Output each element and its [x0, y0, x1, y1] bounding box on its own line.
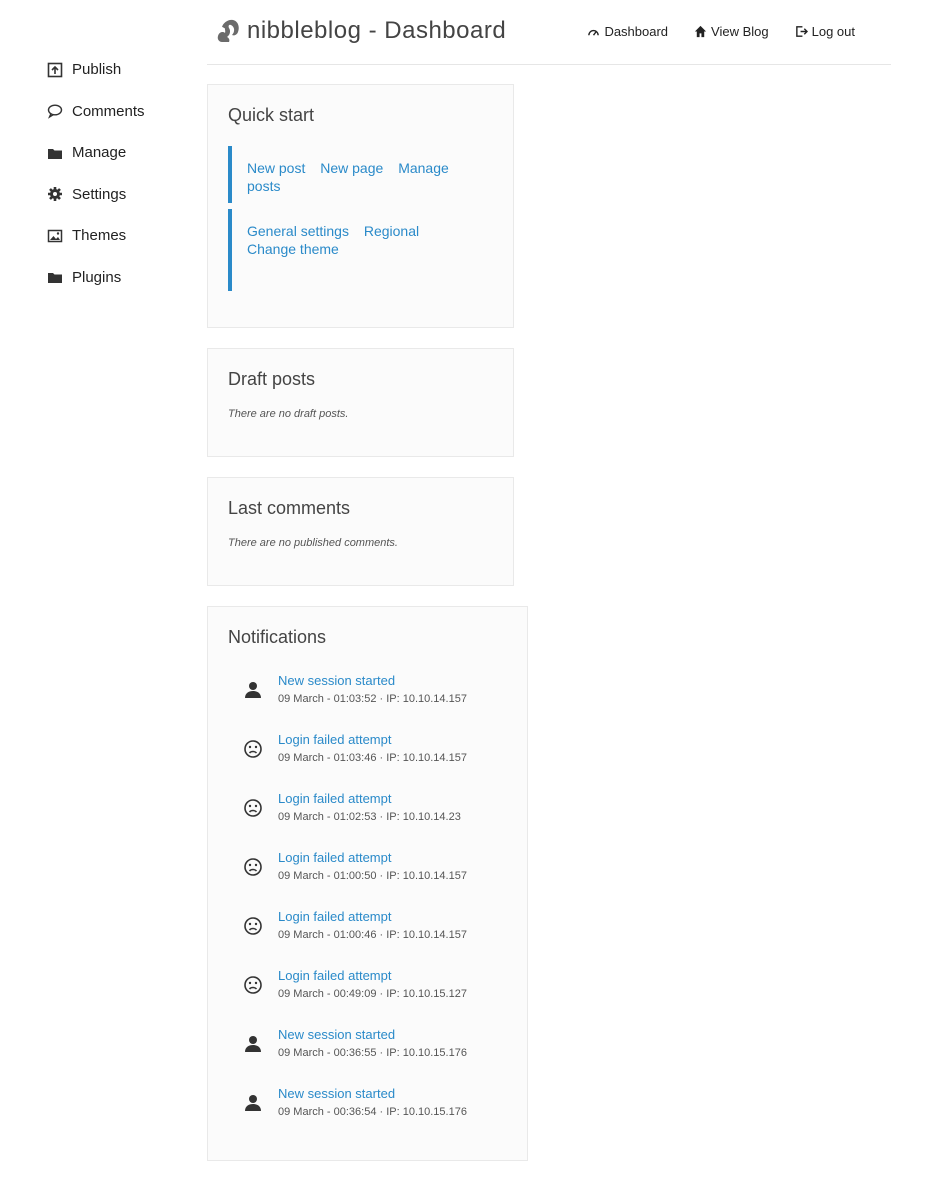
nav-label: Log out [811, 24, 855, 39]
notification-item: Login failed attempt 09 March - 01:00:46 … [228, 896, 507, 955]
notification-meta: 09 March - 00:36:54 · IP: 10.10.15.176 [278, 1105, 467, 1118]
panel-title: Draft posts [228, 369, 316, 389]
sad-face-icon [228, 975, 278, 995]
notification-text: New session started 09 March - 00:36:54 ·… [278, 1085, 467, 1121]
notification-title-link[interactable]: Login failed attempt [278, 908, 467, 926]
empty-message: There are no draft posts. [228, 408, 349, 420]
new-post-link[interactable]: New post [247, 160, 305, 176]
notification-text: New session started 09 March - 01:03:52 ·… [278, 672, 467, 708]
sidebar-item-label: Plugins [72, 268, 122, 286]
draft-posts-panel: Draft posts There are no draft posts. [207, 348, 514, 457]
sidebar-item-label: Themes [72, 227, 127, 245]
comments-icon [46, 102, 64, 120]
notification-text: Login failed attempt 09 March - 01:00:50 … [278, 849, 467, 885]
nav-logout-link[interactable]: Log out [795, 24, 855, 39]
notification-title-link[interactable]: New session started [278, 672, 467, 690]
user-icon [228, 1093, 278, 1113]
publish-icon [46, 61, 64, 79]
notification-text: Login failed attempt 09 March - 01:03:46 … [278, 731, 467, 767]
panel-title: Quick start [228, 105, 315, 125]
regional-link[interactable]: Regional [364, 223, 419, 239]
sad-face-icon [228, 857, 278, 877]
nav-dashboard-link[interactable]: Dashboard [587, 24, 668, 39]
sidebar-item-label: Comments [72, 102, 145, 120]
notification-item: Login failed attempt 09 March - 01:03:46 … [228, 719, 507, 778]
panel-title: Notifications [228, 627, 327, 647]
sad-face-icon [228, 916, 278, 936]
notification-item: Login failed attempt 09 March - 00:49:09 … [228, 955, 507, 1014]
notification-item: Login failed attempt 09 March - 01:02:53 … [228, 778, 507, 837]
notification-item: New session started 09 March - 00:36:54 ·… [228, 1073, 507, 1132]
sidebar-item-comments[interactable]: Comments [46, 91, 196, 133]
nav-label: Dashboard [604, 24, 669, 39]
notification-title-link[interactable]: Login failed attempt [278, 731, 467, 749]
home-icon [694, 25, 707, 38]
notification-meta: 09 March - 01:02:53 · IP: 10.10.14.23 [278, 810, 461, 823]
notification-text: Login failed attempt 09 March - 01:00:46 … [278, 908, 467, 944]
sidebar-item-manage[interactable]: Manage [46, 132, 196, 174]
quick-start-panel: Quick start New post New page Manage pos… [207, 84, 514, 328]
sidebar-item-plugins[interactable]: Plugins [46, 257, 196, 299]
notification-item: New session started 09 March - 00:36:55 ·… [228, 1014, 507, 1073]
brand: nibbleblog - Dashboard [215, 17, 506, 45]
squirrel-logo-icon [215, 17, 241, 45]
notification-title-link[interactable]: Login failed attempt [278, 849, 467, 867]
notification-text: Login failed attempt 09 March - 00:49:09 … [278, 967, 467, 1003]
sidebar: Publish Comments Manage Settings Themes … [46, 49, 196, 298]
last-comments-panel: Last comments There are no published com… [207, 477, 514, 586]
notification-meta: 09 March - 01:00:46 · IP: 10.10.14.157 [278, 928, 467, 941]
sidebar-item-themes[interactable]: Themes [46, 215, 196, 257]
notification-meta: 09 March - 01:03:52 · IP: 10.10.14.157 [278, 692, 467, 705]
page-title: nibbleblog - Dashboard [247, 17, 507, 44]
sidebar-item-label: Publish [72, 61, 122, 79]
sidebar-item-label: Manage [72, 144, 127, 162]
header: nibbleblog - Dashboard Dashboard View Bl… [207, 0, 891, 65]
sad-face-icon [228, 739, 278, 759]
folder-icon [46, 144, 64, 162]
sidebar-item-publish[interactable]: Publish [46, 49, 196, 91]
notification-item: Login failed attempt 09 March - 01:00:50 … [228, 837, 507, 896]
notification-meta: 09 March - 00:49:09 · IP: 10.10.15.127 [278, 987, 467, 1000]
image-icon [46, 227, 64, 245]
dashboard-icon [588, 29, 600, 36]
sad-face-icon [228, 798, 278, 818]
notification-meta: 09 March - 01:03:46 · IP: 10.10.14.157 [278, 751, 467, 764]
nav-label: View Blog [711, 24, 769, 39]
notification-meta: 09 March - 00:36:55 · IP: 10.10.15.176 [278, 1046, 467, 1059]
general-settings-link[interactable]: General settings [247, 223, 349, 239]
notification-list: New session started 09 March - 01:03:52 ·… [228, 660, 507, 1132]
sidebar-item-settings[interactable]: Settings [46, 174, 196, 216]
notifications-panel: Notifications New session started 09 Marc… [207, 606, 528, 1161]
sidebar-item-label: Settings [72, 185, 127, 203]
notification-text: Login failed attempt 09 March - 01:02:53 … [278, 790, 461, 826]
change-theme-link[interactable]: Change theme [247, 241, 339, 257]
notification-item: New session started 09 March - 01:03:52 ·… [228, 660, 507, 719]
gear-icon [46, 185, 64, 203]
folder-icon [46, 268, 64, 286]
panel-title: Last comments [228, 498, 351, 518]
quick-start-group: General settings Regional Change theme [228, 209, 493, 291]
user-icon [228, 1034, 278, 1054]
logout-icon [795, 26, 808, 37]
notification-title-link[interactable]: New session started [278, 1085, 467, 1103]
nav-view-blog-link[interactable]: View Blog [694, 24, 769, 39]
notification-title-link[interactable]: New session started [278, 1026, 467, 1044]
top-nav: Dashboard View Blog Log out [587, 24, 855, 39]
notification-title-link[interactable]: Login failed attempt [278, 790, 461, 808]
notification-meta: 09 March - 01:00:50 · IP: 10.10.14.157 [278, 869, 467, 882]
user-icon [228, 680, 278, 700]
notification-title-link[interactable]: Login failed attempt [278, 967, 467, 985]
quick-start-group: New post New page Manage posts [228, 146, 493, 203]
empty-message: There are no published comments. [228, 537, 398, 549]
new-page-link[interactable]: New page [320, 160, 383, 176]
notification-text: New session started 09 March - 00:36:55 ·… [278, 1026, 467, 1062]
